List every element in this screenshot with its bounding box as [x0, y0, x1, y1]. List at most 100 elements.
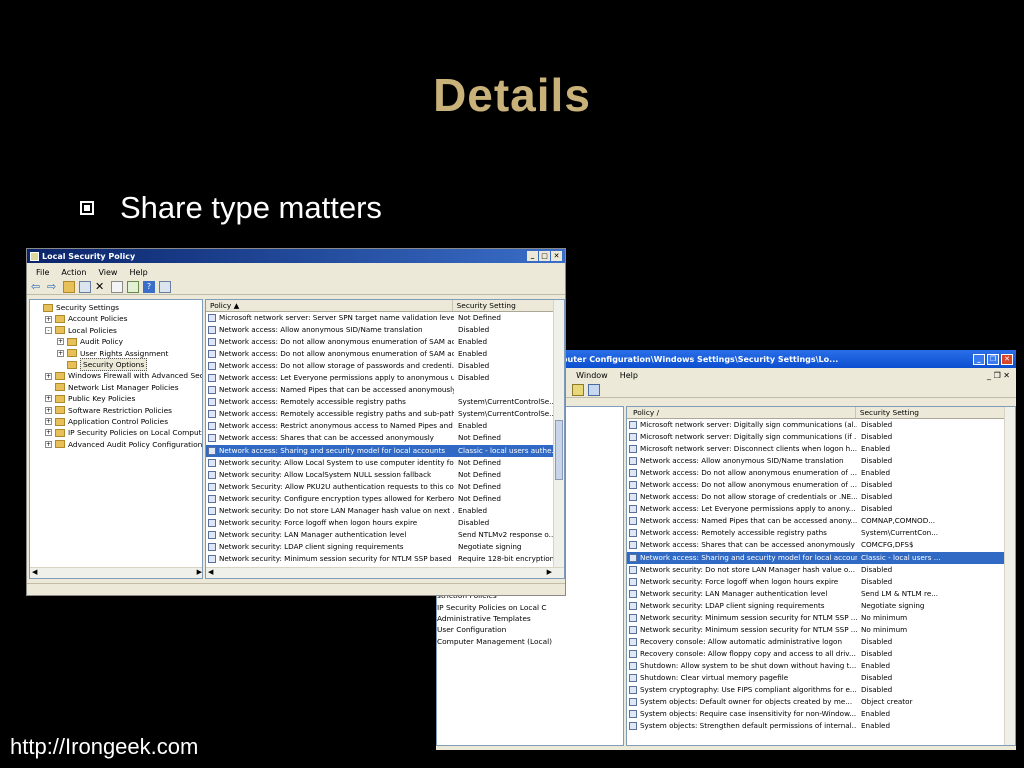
table-row[interactable]: Network access: Do not allow storage of …: [206, 360, 564, 372]
back-arrow-icon[interactable]: ⇦: [31, 280, 43, 293]
table-row[interactable]: Network security: Minimum session securi…: [627, 612, 1015, 624]
win2-vertical-scrollbar[interactable]: [1004, 407, 1015, 745]
table-row[interactable]: Network access: Restrict anonymous acces…: [206, 420, 564, 432]
tree-item[interactable]: + Application Control Policies: [33, 416, 202, 427]
menu-item-view[interactable]: View: [92, 268, 123, 277]
table-row[interactable]: Network access: Shares that can be acces…: [627, 539, 1015, 551]
table-row[interactable]: Recovery console: Allow floppy copy and …: [627, 648, 1015, 660]
export-list-icon[interactable]: [127, 280, 139, 293]
expand-icon[interactable]: +: [45, 418, 52, 426]
table-row[interactable]: Network access: Allow anonymous SID/Name…: [206, 324, 564, 336]
table-row[interactable]: Microsoft network server: Server SPN tar…: [206, 312, 564, 324]
table-row[interactable]: Network access: Let Everyone permissions…: [206, 372, 564, 384]
table-row[interactable]: Network security: Minimum session securi…: [627, 624, 1015, 636]
delete-icon[interactable]: ✕: [95, 280, 107, 293]
table-row[interactable]: Network access: Let Everyone permissions…: [627, 503, 1015, 515]
close-icon[interactable]: ✕: [1001, 353, 1013, 365]
table-row[interactable]: Microsoft network server: Digitally sign…: [627, 419, 1015, 431]
table-row[interactable]: System objects: Require case insensitivi…: [627, 708, 1015, 720]
table-row[interactable]: Network access: Do not allow anonymous e…: [206, 348, 564, 360]
tree-item[interactable]: Network List Manager Policies: [33, 382, 202, 393]
help-icon[interactable]: [572, 383, 584, 396]
table-row[interactable]: Network access: Sharing and security mod…: [627, 551, 1015, 564]
console-icon[interactable]: [159, 280, 171, 293]
table-row[interactable]: Network access: Named Pipes that can be …: [627, 515, 1015, 527]
tree-item[interactable]: Computer Management (Local): [437, 636, 623, 647]
table-row[interactable]: System cryptography: Use FIPS compliant …: [627, 684, 1015, 696]
win1-list-horizontal-scrollbar[interactable]: ◀ ▶: [206, 567, 564, 578]
table-row[interactable]: Network access: Do not allow anonymous e…: [627, 467, 1015, 479]
table-row[interactable]: Network security: LAN Manager authentica…: [206, 529, 564, 541]
table-row[interactable]: System objects: Strengthen default permi…: [627, 720, 1015, 732]
win1-tree-horizontal-scrollbar[interactable]: ◀ ▶: [30, 567, 202, 578]
table-row[interactable]: System objects: Default owner for object…: [627, 696, 1015, 708]
table-row[interactable]: Network access: Do not allow storage of …: [627, 491, 1015, 503]
tree-item[interactable]: Administrative Templates: [437, 613, 623, 624]
table-row[interactable]: Network Security: Allow PKU2U authentica…: [206, 481, 564, 493]
tree-item[interactable]: + Account Policies: [33, 313, 202, 324]
table-row[interactable]: Network security: Configure encryption t…: [206, 493, 564, 505]
menu-item-help[interactable]: Help: [123, 268, 153, 277]
expand-icon[interactable]: +: [45, 395, 52, 403]
win1-tree-pane[interactable]: Security Settings + Account Policies - Local…: [29, 299, 203, 579]
table-row[interactable]: Recovery console: Allow automatic admini…: [627, 636, 1015, 648]
table-row[interactable]: Network access: Do not allow anonymous e…: [206, 336, 564, 348]
properties-icon[interactable]: [111, 280, 123, 293]
show-hide-tree-icon[interactable]: [79, 280, 91, 293]
column-header-policy[interactable]: Policy ▲: [206, 300, 453, 311]
table-row[interactable]: Network security: LDAP client signing re…: [627, 600, 1015, 612]
expand-icon[interactable]: +: [45, 429, 52, 437]
scroll-thumb[interactable]: [555, 420, 563, 480]
tree-item[interactable]: IP Security Policies on Local C: [437, 602, 623, 613]
win1-vertical-scrollbar[interactable]: [553, 300, 564, 568]
column-header-policy[interactable]: Policy /: [627, 407, 856, 418]
tree-item[interactable]: + Windows Firewall with Advanced Security: [33, 370, 202, 381]
tree-item[interactable]: User Configuration: [437, 624, 623, 635]
table-row[interactable]: Network access: Sharing and security mod…: [206, 444, 564, 457]
tree-item[interactable]: + Advanced Audit Policy Configuration: [33, 439, 202, 450]
expand-icon[interactable]: +: [45, 315, 52, 323]
tree-item[interactable]: Security Options: [33, 357, 202, 372]
column-header-setting[interactable]: Security Setting: [856, 407, 1015, 418]
menu-item-help[interactable]: Help: [614, 371, 644, 380]
table-row[interactable]: Shutdown: Clear virtual memory pagefile D…: [627, 672, 1015, 684]
footer-url[interactable]: http://Irongeek.com: [10, 734, 198, 760]
expand-icon[interactable]: +: [45, 406, 52, 414]
expand-icon[interactable]: +: [57, 338, 64, 346]
table-row[interactable]: Microsoft network server: Digitally sign…: [627, 431, 1015, 443]
maximize-icon[interactable]: □: [539, 251, 550, 261]
table-row[interactable]: Network security: Allow Local System to …: [206, 457, 564, 469]
table-row[interactable]: Network access: Remotely accessible regi…: [206, 396, 564, 408]
expand-icon[interactable]: +: [57, 349, 64, 357]
menu-item-file[interactable]: File: [30, 268, 55, 277]
forward-arrow-icon[interactable]: ⇨: [47, 280, 59, 293]
restore-icon[interactable]: ❐: [987, 353, 999, 365]
tree-item[interactable]: + Software Restriction Policies: [33, 405, 202, 416]
table-row[interactable]: Network access: Shares that can be acces…: [206, 432, 564, 444]
table-row[interactable]: Network security: LDAP client signing re…: [206, 541, 564, 553]
table-row[interactable]: Network security: Allow LocalSystem NULL…: [206, 469, 564, 481]
minimize-icon[interactable]: _: [527, 251, 538, 261]
win2-list-pane[interactable]: Policy / Security Setting Microsoft netw…: [626, 406, 1016, 746]
menu-item-action[interactable]: Action: [55, 268, 92, 277]
win1-titlebar[interactable]: Local Security Policy _ □ ✕: [27, 249, 565, 263]
table-row[interactable]: Network access: Do not allow anonymous e…: [627, 479, 1015, 491]
table-row[interactable]: Network access: Named Pipes that can be …: [206, 384, 564, 396]
tree-item[interactable]: - Local Policies: [33, 325, 202, 336]
tree-item[interactable]: + Public Key Policies: [33, 393, 202, 404]
mdi-controls[interactable]: _ ❐ ✕: [981, 371, 1016, 380]
table-row[interactable]: Microsoft network server: Disconnect cli…: [627, 443, 1015, 455]
table-row[interactable]: Network access: Remotely accessible regi…: [627, 527, 1015, 539]
table-row[interactable]: Network security: Do not store LAN Manag…: [627, 564, 1015, 576]
table-row[interactable]: Network security: Do not store LAN Manag…: [206, 505, 564, 517]
expand-icon[interactable]: +: [45, 372, 52, 380]
table-row[interactable]: Network security: LAN Manager authentica…: [627, 588, 1015, 600]
tree-item[interactable]: Security Settings: [33, 302, 202, 313]
table-row[interactable]: Network security: Minimum session securi…: [206, 553, 564, 565]
table-row[interactable]: Shutdown: Allow system to be shut down w…: [627, 660, 1015, 672]
tree-item[interactable]: + IP Security Policies on Local Computer: [33, 427, 202, 438]
table-row[interactable]: Network access: Remotely accessible regi…: [206, 408, 564, 420]
win1-list-pane[interactable]: Policy ▲ Security Setting Microsoft netw…: [205, 299, 565, 579]
collapse-icon[interactable]: -: [45, 326, 52, 334]
tree-item[interactable]: + Audit Policy: [33, 336, 202, 347]
